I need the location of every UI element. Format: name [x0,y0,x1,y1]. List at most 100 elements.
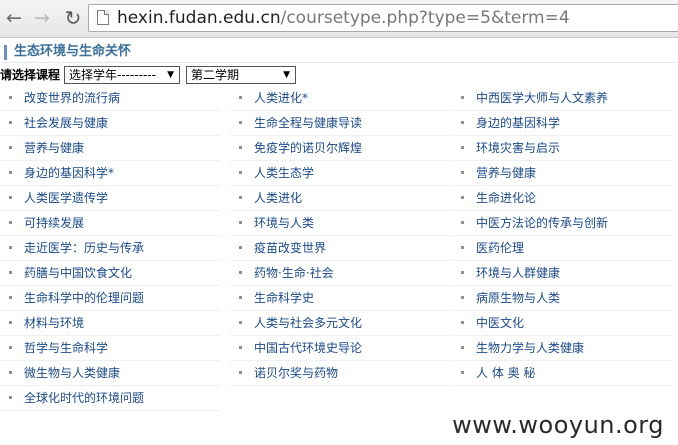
bullet-icon [9,246,12,249]
course-link[interactable]: 人类进化* [254,89,308,107]
course-item[interactable]: 身边的基因科学 [452,111,672,136]
course-link[interactable]: 生命进化论 [476,189,536,207]
course-filter-label: 请选择课程 [0,68,61,82]
course-link[interactable]: 生命全程与健康导读 [254,114,362,132]
academic-year-select[interactable]: 选择学年--------- ▼ [64,66,180,84]
watermark: www.wooyun.org [450,411,666,439]
course-item[interactable]: 改变世界的流行病 [0,86,220,111]
course-link[interactable]: 人类与社会多元文化 [254,314,362,332]
bullet-icon [461,96,464,99]
course-link[interactable]: 微生物与人类健康 [24,364,120,382]
course-link[interactable]: 营养与健康 [476,164,536,182]
course-link[interactable]: 可持续发展 [24,214,84,232]
course-link[interactable]: 人类医学遗传学 [24,189,108,207]
bullet-icon [461,196,464,199]
course-link[interactable]: 生命科学史 [254,289,314,307]
course-item[interactable]: 中医方法论的传承与创新 [452,211,672,236]
course-item[interactable]: 人类医学遗传学 [0,186,220,211]
course-link[interactable]: 医药伦理 [476,239,524,257]
course-item[interactable]: 营养与健康 [0,136,220,161]
course-link[interactable]: 人 体 奥 秘 [476,364,535,382]
course-item[interactable]: 诺贝尔奖与药物 [230,361,450,386]
course-link[interactable]: 病原生物与人类 [476,289,560,307]
bullet-icon [239,371,242,374]
course-item[interactable]: 微生物与人类健康 [0,361,220,386]
course-item[interactable]: 人类进化* [230,86,450,111]
forward-arrow-icon[interactable]: → [31,7,53,29]
course-item[interactable]: 中医文化 [452,311,672,336]
course-link[interactable]: 营养与健康 [24,139,84,157]
url-path: /coursetype.php?type=5&term=4 [280,8,570,28]
course-link[interactable]: 生命科学中的伦理问题 [24,289,144,307]
course-link[interactable]: 中医文化 [476,314,524,332]
bullet-icon [461,221,464,224]
course-item[interactable]: 生物力学与人类健康 [452,336,672,361]
bullet-icon [239,171,242,174]
browser-toolbar: ← → ↻ hexin.fudan.edu.cn/coursetype.php?… [0,0,678,38]
course-item[interactable]: 环境与人类 [230,211,450,236]
course-item[interactable]: 药膳与中国饮食文化 [0,261,220,286]
course-item[interactable]: 身边的基因科学* [0,161,220,186]
course-item[interactable]: 中国古代环境史导论 [230,336,450,361]
course-item[interactable]: 生命全程与健康导读 [230,111,450,136]
course-link[interactable]: 人类进化 [254,189,302,207]
course-item[interactable]: 医药伦理 [452,236,672,261]
course-link[interactable]: 环境灾害与启示 [476,139,560,157]
section-title: 生态环境与生命关怀 [14,44,132,59]
course-item[interactable]: 社会发展与健康 [0,111,220,136]
course-item[interactable]: 走近医学：历史与传承 [0,236,220,261]
course-link[interactable]: 环境与人群健康 [476,264,560,282]
course-item[interactable]: 人类进化 [230,186,450,211]
course-item[interactable]: 材料与环境 [0,311,220,336]
address-bar[interactable]: hexin.fudan.edu.cn/coursetype.php?type=5… [88,4,678,32]
course-link[interactable]: 材料与环境 [24,314,84,332]
bullet-icon [9,296,12,299]
course-item[interactable]: 生命科学中的伦理问题 [0,286,220,311]
course-link[interactable]: 药膳与中国饮食文化 [24,264,132,282]
page-icon [97,10,109,25]
back-arrow-icon[interactable]: ← [3,7,25,29]
course-item[interactable]: 生命科学史 [230,286,450,311]
course-item[interactable]: 全球化时代的环境问题 [0,386,220,411]
course-link[interactable]: 疫苗改变世界 [254,239,326,257]
section-divider [2,62,678,63]
course-link[interactable]: 药物·生命·社会 [254,264,334,282]
course-link[interactable]: 改变世界的流行病 [24,89,120,107]
course-link[interactable]: 生物力学与人类健康 [476,339,584,357]
course-item[interactable]: 人 体 奥 秘 [452,361,672,386]
course-link[interactable]: 免疫学的诺贝尔辉煌 [254,139,362,157]
course-item[interactable]: 环境与人群健康 [452,261,672,286]
url-text[interactable]: hexin.fudan.edu.cn/coursetype.php?type=5… [117,8,570,28]
course-link[interactable]: 全球化时代的环境问题 [24,389,144,407]
course-item[interactable]: 疫苗改变世界 [230,236,450,261]
bullet-icon [239,246,242,249]
course-link[interactable]: 中西医学大师与人文素养 [476,89,608,107]
course-link[interactable]: 诺贝尔奖与药物 [254,364,338,382]
bullet-icon [9,321,12,324]
course-item[interactable]: 环境灾害与启示 [452,136,672,161]
bullet-icon [9,96,12,99]
course-link[interactable]: 哲学与生命科学 [24,339,108,357]
course-item[interactable]: 中西医学大师与人文素养 [452,86,672,111]
course-item[interactable]: 营养与健康 [452,161,672,186]
course-item[interactable]: 病原生物与人类 [452,286,672,311]
course-item[interactable]: 人类生态学 [230,161,450,186]
course-link[interactable]: 走近医学：历史与传承 [24,239,144,257]
course-link[interactable]: 环境与人类 [254,214,314,232]
bullet-icon [9,346,12,349]
course-item[interactable]: 药物·生命·社会 [230,261,450,286]
course-item[interactable]: 可持续发展 [0,211,220,236]
course-item[interactable]: 免疫学的诺贝尔辉煌 [230,136,450,161]
course-item[interactable]: 哲学与生命科学 [0,336,220,361]
bullet-icon [239,96,242,99]
course-link[interactable]: 中医方法论的传承与创新 [476,214,608,232]
course-item[interactable]: 人类与社会多元文化 [230,311,450,336]
course-link[interactable]: 社会发展与健康 [24,114,108,132]
course-link[interactable]: 身边的基因科学 [476,114,560,132]
course-link[interactable]: 人类生态学 [254,164,314,182]
course-link[interactable]: 中国古代环境史导论 [254,339,362,357]
term-select[interactable]: 第二学期 ▼ [186,66,296,84]
course-item[interactable]: 生命进化论 [452,186,672,211]
reload-icon[interactable]: ↻ [62,7,84,29]
course-link[interactable]: 身边的基因科学* [24,164,114,182]
